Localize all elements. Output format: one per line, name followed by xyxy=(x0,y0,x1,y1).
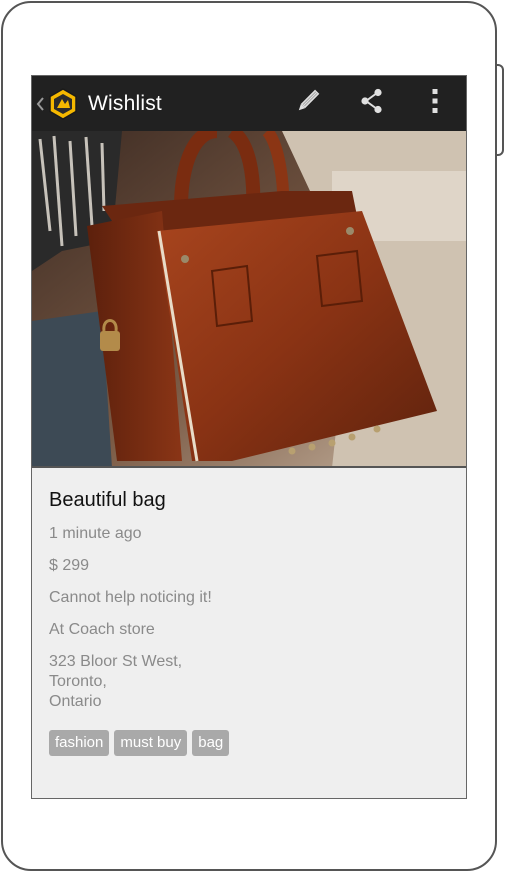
address-line: 323 Bloor St West, xyxy=(49,653,183,670)
overflow-menu-button[interactable] xyxy=(404,76,466,131)
share-button[interactable] xyxy=(340,76,404,131)
action-bar: Wishlist xyxy=(32,76,466,131)
tag-list: fashion must buy bag xyxy=(49,730,449,756)
tag-chip[interactable]: bag xyxy=(192,730,230,756)
item-title: Beautiful bag xyxy=(49,489,166,511)
item-address: 323 Bloor St West, Toronto, Ontario xyxy=(49,652,449,712)
action-bar-actions xyxy=(276,76,466,131)
item-store: At Coach store xyxy=(49,621,155,638)
tag-chip[interactable]: fashion xyxy=(49,730,110,756)
item-note: Cannot help noticing it! xyxy=(49,589,212,606)
share-icon xyxy=(358,87,386,120)
item-photo xyxy=(32,131,466,468)
edit-button[interactable] xyxy=(276,76,340,131)
tag-chip[interactable]: must buy xyxy=(114,730,188,756)
up-navigation-button[interactable]: Wishlist xyxy=(32,76,162,131)
action-bar-title: Wishlist xyxy=(88,91,162,115)
app-logo-icon xyxy=(47,87,79,120)
chevron-left-icon xyxy=(36,94,46,114)
item-price: $ 299 xyxy=(49,557,90,574)
item-details: Beautiful bag 1 minute ago $ 299 Cannot … xyxy=(49,486,449,756)
item-timestamp: 1 minute ago xyxy=(49,525,142,542)
more-vertical-icon xyxy=(431,87,439,120)
app-screen: Wishlist Beautiful bag 1 minute ago $ 29… xyxy=(31,75,467,799)
address-line: Ontario xyxy=(49,693,102,710)
pencil-icon xyxy=(293,86,323,121)
device-side-button xyxy=(497,64,504,156)
address-line: Toronto, xyxy=(49,673,107,690)
